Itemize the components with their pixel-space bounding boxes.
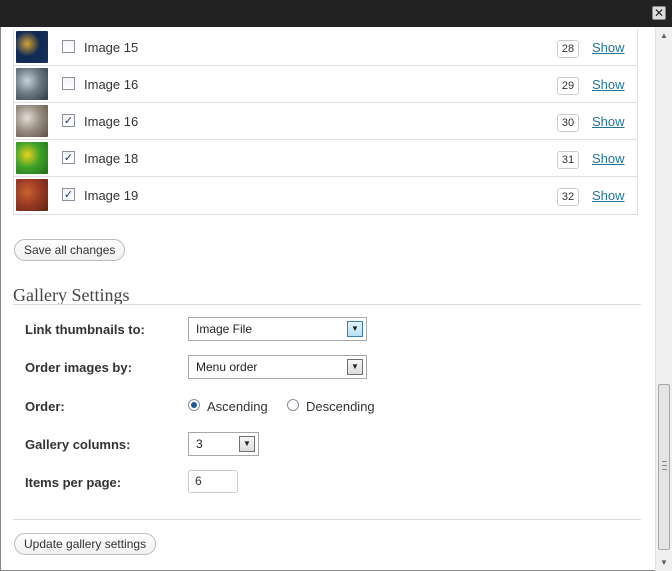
media-title: Image 16: [84, 114, 139, 129]
media-thumbnail: [16, 179, 48, 211]
show-details-link[interactable]: Show: [592, 77, 625, 92]
media-select-checkbox[interactable]: [62, 77, 75, 90]
order-images-by-label: Order images by:: [25, 360, 132, 375]
media-thumbnail: [16, 31, 48, 63]
gallery-columns-value: 3: [196, 437, 203, 451]
scrollbar[interactable]: ▲ ▼: [655, 27, 672, 571]
media-thumbnail: [16, 142, 48, 174]
media-select-checkbox[interactable]: [62, 40, 75, 53]
media-item-row: Image 16 29 Show: [14, 66, 637, 103]
link-thumbnails-select[interactable]: Image File ▼: [188, 317, 367, 341]
ascending-radio[interactable]: [188, 399, 200, 411]
show-details-link[interactable]: Show: [592, 188, 625, 203]
update-gallery-settings-button[interactable]: Update gallery settings: [14, 533, 157, 555]
items-per-page-input[interactable]: 6: [188, 470, 238, 493]
media-items-list: Image 15 28 Show Image 16 29 Show ✓ Imag…: [13, 29, 638, 215]
descending-radio[interactable]: [287, 399, 299, 411]
items-per-page-label: Items per page:: [25, 475, 122, 490]
menu-order-input[interactable]: 30: [557, 114, 579, 132]
save-all-changes-button[interactable]: Save all changes: [14, 239, 126, 261]
menu-order-input[interactable]: 28: [557, 40, 579, 58]
media-select-checkbox[interactable]: ✓: [62, 188, 75, 201]
link-thumbnails-value: Image File: [196, 322, 253, 336]
scroll-grip-icon: [662, 461, 667, 470]
media-item-row: ✓ Image 18 31 Show: [14, 140, 637, 177]
media-thumbnail: [16, 68, 48, 100]
media-title: Image 16: [84, 77, 139, 92]
window-titlebar: ✕: [0, 0, 672, 27]
descending-label: Descending: [306, 399, 375, 414]
gallery-columns-select[interactable]: 3 ▼: [188, 432, 259, 456]
order-images-by-select[interactable]: Menu order ▼: [188, 355, 367, 379]
scroll-thumb[interactable]: [658, 384, 670, 550]
media-title: Image 18: [84, 151, 139, 166]
media-select-checkbox[interactable]: ✓: [62, 114, 75, 127]
media-item-row: Image 15 28 Show: [14, 29, 637, 66]
dropdown-arrow-icon[interactable]: ▼: [347, 359, 363, 375]
menu-order-input[interactable]: 29: [557, 77, 579, 95]
show-details-link[interactable]: Show: [592, 40, 625, 55]
dropdown-arrow-icon[interactable]: ▼: [347, 321, 363, 337]
media-thumbnail: [16, 105, 48, 137]
section-divider: [13, 519, 641, 520]
scroll-down-arrow-icon[interactable]: ▼: [656, 554, 672, 571]
media-item-row: ✓ Image 19 32 Show: [14, 177, 637, 214]
media-title: Image 19: [84, 188, 139, 203]
close-icon[interactable]: ✕: [652, 6, 666, 20]
order-images-by-value: Menu order: [196, 360, 258, 374]
section-divider: [13, 304, 641, 305]
media-title: Image 15: [84, 40, 139, 55]
gallery-settings-heading: Gallery Settings: [13, 285, 130, 305]
ascending-label: Ascending: [207, 399, 268, 414]
media-item-row: ✓ Image 16 30 Show: [14, 103, 637, 140]
menu-order-input[interactable]: 31: [557, 151, 579, 169]
order-label: Order:: [25, 399, 65, 414]
gallery-columns-label: Gallery columns:: [25, 437, 131, 452]
dropdown-arrow-icon[interactable]: ▼: [239, 436, 255, 452]
show-details-link[interactable]: Show: [592, 151, 625, 166]
show-details-link[interactable]: Show: [592, 114, 625, 129]
menu-order-input[interactable]: 32: [557, 188, 579, 206]
scroll-up-arrow-icon[interactable]: ▲: [656, 27, 672, 44]
media-select-checkbox[interactable]: ✓: [62, 151, 75, 164]
link-thumbnails-label: Link thumbnails to:: [25, 322, 145, 337]
